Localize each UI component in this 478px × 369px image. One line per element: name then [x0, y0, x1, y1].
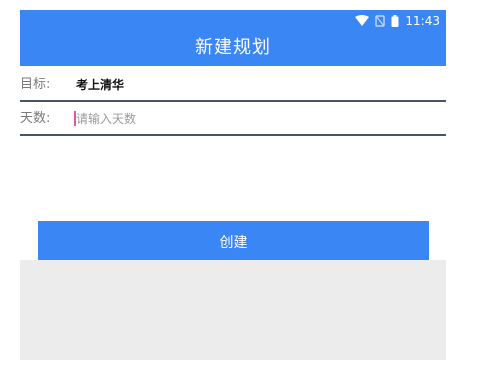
goal-row: 目标: 考上清华	[20, 68, 446, 102]
create-button[interactable]: 创建	[38, 221, 429, 261]
text-caret	[74, 111, 76, 126]
battery-icon	[391, 15, 399, 27]
status-time: 11:43	[405, 14, 440, 28]
days-label: 天数:	[20, 111, 51, 126]
goal-label: 目标:	[20, 77, 51, 92]
status-bar: 11:43	[20, 10, 446, 32]
days-input[interactable]	[73, 109, 376, 129]
app-toolbar: 新建规划	[20, 32, 446, 66]
status-icons: 11:43	[355, 13, 440, 29]
days-row: 天数:	[20, 102, 446, 136]
goal-value[interactable]: 考上清华	[76, 76, 124, 94]
page-title: 新建规划	[195, 37, 271, 58]
no-sim-icon	[375, 15, 386, 27]
app-screen: 11:43 新建规划 目标: 考上清华 天数: 创建	[20, 10, 446, 360]
wifi-icon	[355, 15, 370, 26]
bottom-panel	[20, 260, 446, 360]
